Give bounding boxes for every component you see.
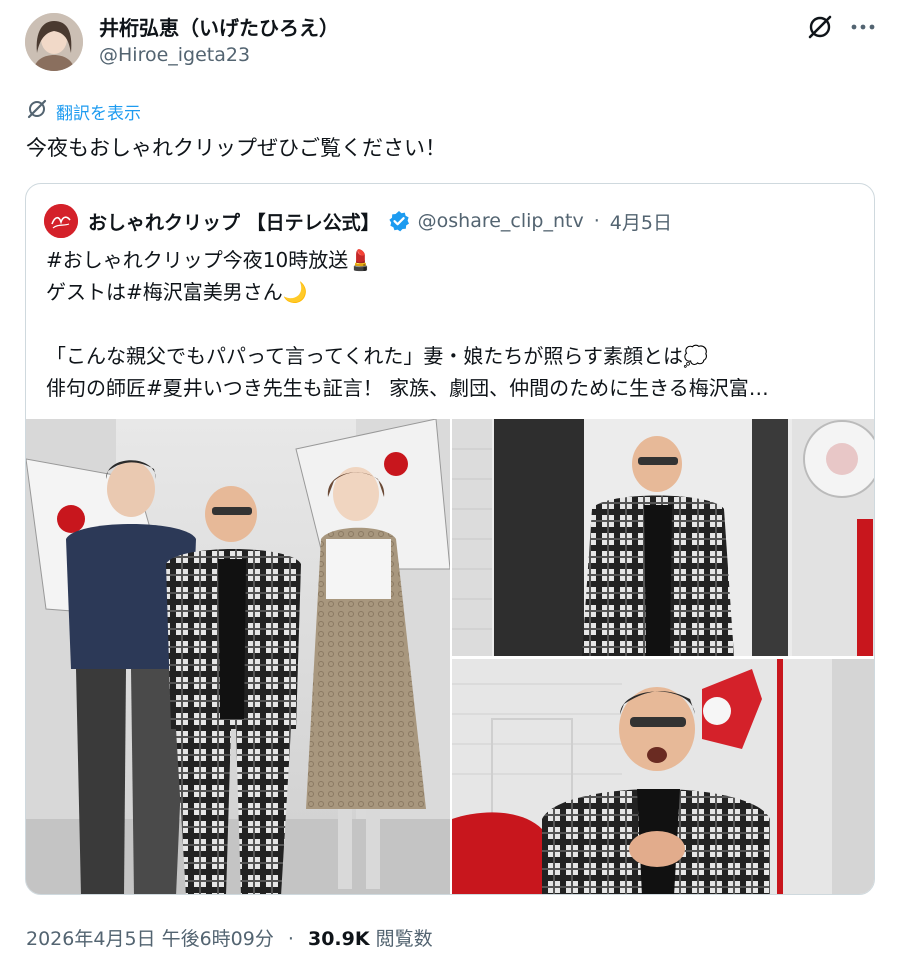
author-avatar[interactable]	[25, 13, 83, 71]
quoted-text-line: #おしゃれクリップ今夜10時放送💄	[46, 248, 374, 272]
show-translation-link[interactable]: 翻訳を表示	[26, 98, 141, 125]
quoted-text-line: ゲストは#梅沢富美男さん🌙	[46, 280, 308, 304]
quoted-author-avatar[interactable]	[44, 204, 78, 238]
media-photo-2[interactable]	[452, 419, 874, 656]
grok-icon[interactable]	[805, 12, 835, 42]
author-name[interactable]: 井桁弘恵（いげたひろえ）	[99, 12, 339, 41]
media-photo-1[interactable]	[26, 419, 450, 894]
separator-dot: ·	[593, 210, 600, 232]
quoted-text-line: 「こんな親父でもパパって言ってくれた」妻・娘たちが照らす素顔とは💭	[46, 344, 708, 368]
quoted-text-line	[46, 308, 769, 340]
view-count[interactable]: 30.9K	[308, 928, 370, 950]
quoted-author-name[interactable]: おしゃれクリップ 【日テレ公式】	[88, 208, 380, 235]
quoted-tweet-date[interactable]: 4月5日	[610, 208, 672, 235]
quoted-text-line: 俳句の師匠#夏井いつき先生も証言！ 家族、劇団、仲間のために生きる梅沢富…	[46, 376, 769, 400]
tweet-text: 今夜もおしゃれクリップぜひご覧ください！	[26, 136, 446, 160]
quoted-tweet-header: おしゃれクリップ 【日テレ公式】 @oshare_clip_ntv · 4月5日	[44, 204, 672, 238]
quoted-tweet-card[interactable]: おしゃれクリップ 【日テレ公式】 @oshare_clip_ntv · 4月5日…	[25, 183, 875, 895]
quoted-tweet-text: #おしゃれクリップ今夜10時放送💄 ゲストは#梅沢富美男さん🌙 「こんな親父でも…	[46, 244, 769, 404]
more-icon[interactable]	[848, 12, 878, 42]
view-count-label: 閲覧数	[375, 928, 433, 950]
media-grid	[26, 419, 874, 894]
separator-dot: ·	[287, 928, 294, 950]
verified-badge-icon	[388, 210, 410, 232]
translate-icon	[26, 98, 48, 125]
quoted-author-handle[interactable]: @oshare_clip_ntv	[418, 210, 584, 232]
tweet-timestamp[interactable]: 2026年4月5日 午後6時09分	[26, 928, 274, 950]
author-handle[interactable]: @Hiroe_igeta23	[99, 44, 250, 66]
tweet-meta: 2026年4月5日 午後6時09分 · 30.9K 閲覧数	[26, 924, 433, 951]
translate-label: 翻訳を表示	[56, 104, 141, 124]
media-photo-3[interactable]	[452, 659, 874, 894]
